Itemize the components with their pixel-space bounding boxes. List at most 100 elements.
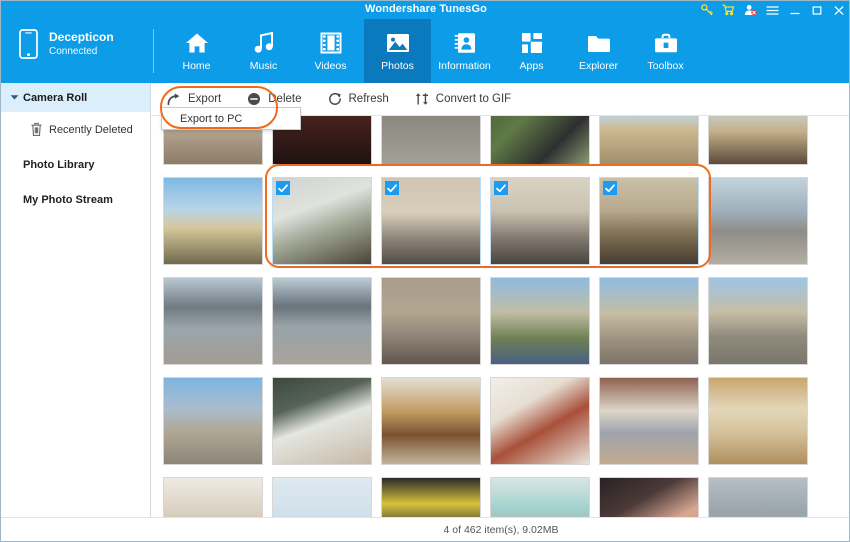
nav-item-music[interactable]: Music (230, 19, 297, 83)
convert-icon (415, 92, 429, 106)
phone-icon (19, 29, 38, 59)
convert-label: Convert to GIF (435, 93, 512, 105)
nav-item-videos[interactable]: Videos (297, 19, 364, 83)
checkbox-checked-icon[interactable] (494, 181, 508, 195)
photo-image (709, 278, 807, 364)
photo-thumbnail[interactable] (708, 377, 808, 465)
photo-thumbnail[interactable] (708, 477, 808, 517)
nav-label-videos: Videos (314, 60, 347, 72)
photo-row (151, 377, 849, 465)
nav-label-explorer: Explorer (578, 60, 619, 72)
home-icon (185, 30, 209, 56)
chevron-down-icon (1, 94, 23, 101)
nav-item-photos[interactable]: Photos (364, 19, 431, 83)
photo-thumbnail[interactable] (381, 277, 481, 365)
photo-thumbnail[interactable] (272, 277, 372, 365)
delete-icon (247, 92, 261, 106)
sidebar-label-my-photo-stream: My Photo Stream (23, 193, 113, 206)
sidebar-label-photo-library: Photo Library (23, 158, 95, 171)
nav-item-toolbox[interactable]: Toolbox (632, 19, 699, 83)
photo-thumbnail[interactable] (599, 277, 699, 365)
photo-image (273, 378, 371, 464)
photo-thumbnail[interactable] (490, 277, 590, 365)
toolbox-icon (654, 30, 678, 56)
photo-image (382, 278, 480, 364)
sidebar: Camera Roll Recently Deleted Photo Libra… (1, 83, 151, 541)
photo-thumbnail[interactable] (599, 116, 699, 165)
cart-icon[interactable] (722, 4, 735, 17)
photo-image (273, 278, 371, 364)
apps-icon (521, 30, 543, 56)
photo-thumbnail[interactable] (163, 477, 263, 517)
checkbox-checked-icon[interactable] (276, 181, 290, 195)
photo-thumbnail[interactable] (708, 177, 808, 265)
photo-image (382, 478, 480, 517)
photo-thumbnail[interactable] (708, 277, 808, 365)
status-bar: 4 of 462 item(s), 9.02MB (151, 517, 849, 541)
device-name: Decepticon (49, 29, 114, 44)
photo-image (382, 378, 480, 464)
sidebar-item-recently-deleted[interactable]: Recently Deleted (1, 115, 150, 144)
export-icon (167, 92, 181, 106)
photo-image (709, 478, 807, 517)
export-label: Export (188, 93, 222, 105)
status-bar-left (1, 517, 151, 541)
nav-label-apps: Apps (519, 60, 544, 72)
photo-thumbnail-selected[interactable] (381, 177, 481, 265)
sidebar-item-photo-library[interactable]: Photo Library (1, 150, 150, 179)
photo-image (273, 478, 371, 517)
key-icon[interactable] (700, 4, 713, 17)
refresh-icon (328, 92, 342, 106)
nav-item-information[interactable]: Information (431, 19, 498, 83)
nav-label-information: Information (438, 60, 491, 72)
photo-thumbnail[interactable] (381, 116, 481, 165)
photo-row (151, 477, 849, 517)
photo-thumbnail[interactable] (272, 477, 372, 517)
photo-thumbnail-selected[interactable] (599, 177, 699, 265)
photo-thumbnail[interactable] (163, 377, 263, 465)
nav-item-home[interactable]: Home (163, 19, 230, 83)
photo-image (382, 116, 480, 164)
photo-thumbnail[interactable] (490, 377, 590, 465)
maximize-icon[interactable] (810, 4, 823, 17)
close-icon[interactable] (832, 4, 845, 17)
header-divider (153, 29, 154, 73)
photo-row (151, 277, 849, 365)
nav-item-apps[interactable]: Apps (498, 19, 565, 83)
photo-thumbnail[interactable] (163, 177, 263, 265)
photo-thumbnail-selected[interactable] (490, 177, 590, 265)
photo-thumbnail[interactable] (381, 377, 481, 465)
checkbox-checked-icon[interactable] (603, 181, 617, 195)
title-bar: Wondershare TunesGo (1, 1, 849, 19)
photo-image (709, 178, 807, 264)
photo-thumbnail[interactable] (490, 116, 590, 165)
photo-image (491, 116, 589, 164)
minimize-icon[interactable] (788, 4, 801, 17)
photo-image (709, 116, 807, 164)
export-to-pc-menu-item[interactable]: Export to PC (162, 113, 242, 125)
sidebar-item-camera-roll[interactable]: Camera Roll (1, 83, 150, 112)
convert-to-gif-button[interactable]: Convert to GIF (415, 87, 511, 111)
photo-thumbnail[interactable] (381, 477, 481, 517)
photo-thumbnail[interactable] (490, 477, 590, 517)
photo-thumbnail[interactable] (708, 116, 808, 165)
checkbox-checked-icon[interactable] (385, 181, 399, 195)
contacts-icon (454, 30, 476, 56)
nav-item-explorer[interactable]: Explorer (565, 19, 632, 83)
trash-icon (23, 122, 49, 137)
sidebar-item-my-photo-stream[interactable]: My Photo Stream (1, 185, 150, 214)
music-icon (252, 30, 276, 56)
account-icon[interactable] (744, 4, 757, 17)
nav-label-toolbox: Toolbox (647, 60, 684, 72)
photo-thumbnail[interactable] (163, 277, 263, 365)
photo-thumbnail-selected[interactable] (272, 177, 372, 265)
photo-thumbnail[interactable] (272, 377, 372, 465)
photo-image (164, 178, 262, 264)
menu-icon[interactable] (766, 4, 779, 17)
nav-label-home: Home (182, 60, 211, 72)
photo-image (600, 116, 698, 164)
photo-thumbnail[interactable] (599, 477, 699, 517)
photo-thumbnail[interactable] (599, 377, 699, 465)
device-info[interactable]: Decepticon Connected (19, 29, 114, 59)
refresh-button[interactable]: Refresh (328, 87, 389, 111)
